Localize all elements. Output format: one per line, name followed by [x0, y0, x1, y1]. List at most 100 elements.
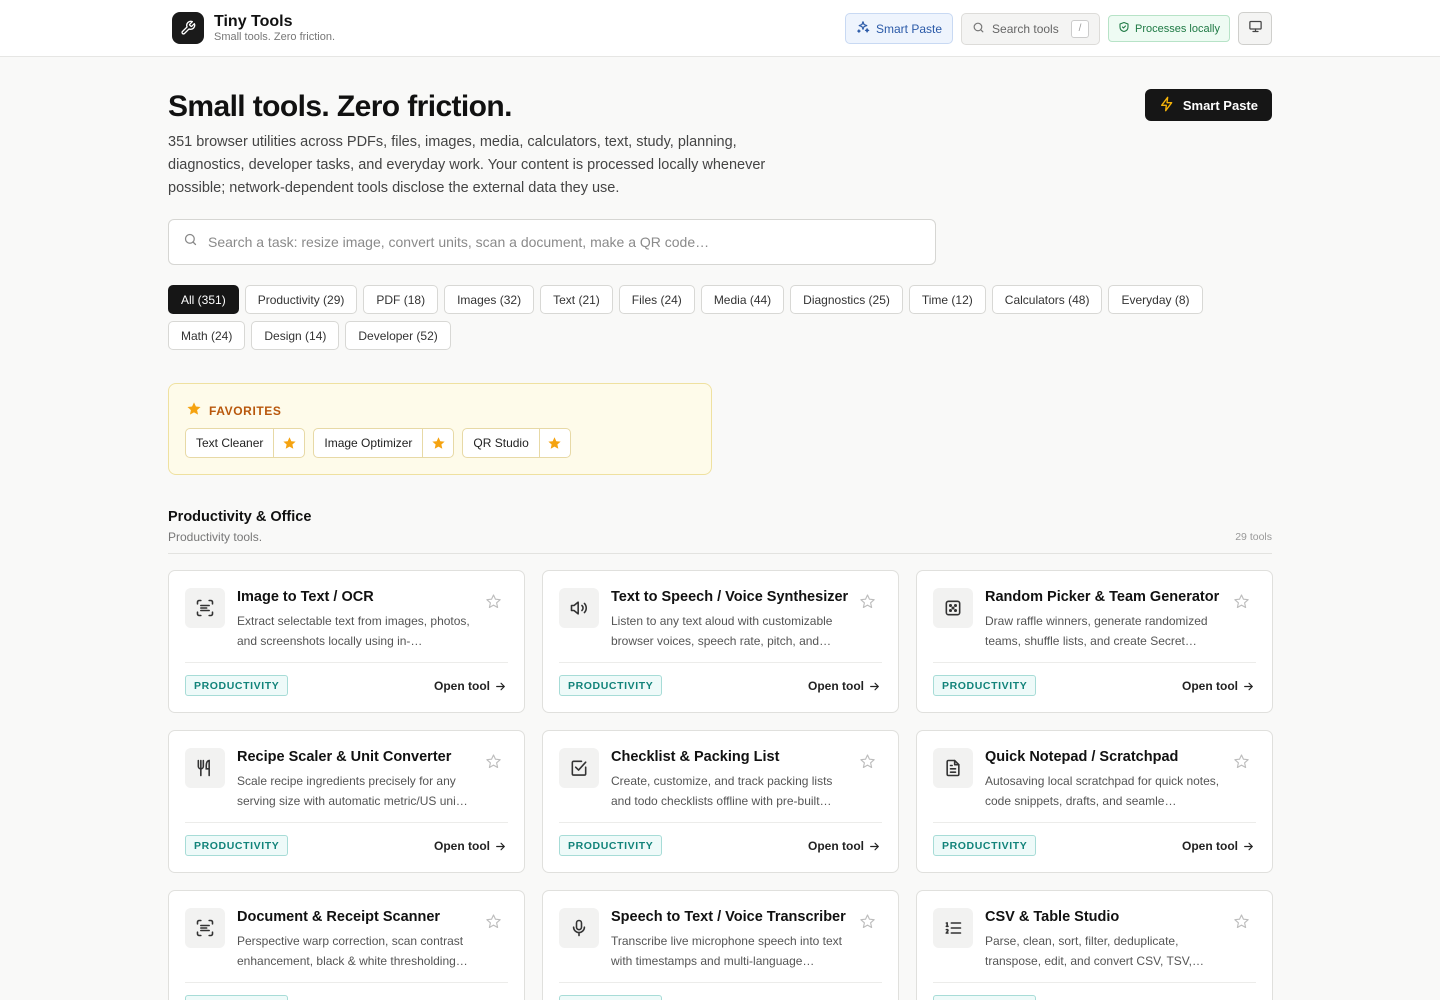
category-chip[interactable]: Media (44) — [700, 285, 785, 314]
lightning-icon — [1159, 96, 1175, 115]
local-processing-badge: Processes locally — [1108, 15, 1230, 42]
microphone-icon — [559, 908, 599, 948]
document-icon — [933, 748, 973, 788]
favorite-star-icon[interactable] — [485, 753, 502, 770]
category-tag: PRODUCTIVITY — [559, 995, 663, 1000]
header-search[interactable]: Search tools / — [961, 12, 1101, 45]
header-search-label: Search tools — [992, 21, 1059, 36]
tool-card[interactable]: Document & Receipt Scanner Perspective wa… — [168, 890, 525, 1000]
favorite-star-icon[interactable] — [485, 913, 502, 930]
category-chip[interactable]: Calculators (48) — [991, 285, 1103, 314]
favorite-star-icon[interactable] — [859, 913, 876, 930]
sparkles-icon — [856, 20, 870, 37]
tool-description: Perspective warp correction, scan contra… — [237, 934, 468, 968]
tool-description: Autosaving local scratchpad for quick no… — [985, 774, 1220, 808]
tool-title: Quick Notepad / Scratchpad — [985, 749, 1179, 765]
category-tag: PRODUCTIVITY — [559, 675, 663, 696]
tool-description: Scale recipe ingredients precisely for a… — [237, 774, 468, 808]
category-tag: PRODUCTIVITY — [933, 675, 1037, 696]
search-icon — [183, 232, 198, 252]
tool-card[interactable]: Text to Speech / Voice Synthesizer Listen… — [542, 570, 899, 713]
arrow-right-icon — [868, 680, 881, 693]
tool-search-box[interactable] — [168, 219, 936, 265]
tool-title: Random Picker & Team Generator — [985, 589, 1220, 605]
category-chip[interactable]: Diagnostics (25) — [790, 285, 903, 314]
category-chip[interactable]: Images (32) — [444, 285, 535, 314]
shield-check-icon — [1118, 21, 1130, 36]
open-tool-link[interactable]: Open tool — [434, 839, 507, 853]
section-subtitle: Productivity tools. — [168, 530, 263, 544]
tool-search-input[interactable] — [208, 234, 888, 250]
tool-description: Parse, clean, sort, filter, deduplicate,… — [985, 934, 1205, 968]
open-tool-link[interactable]: Open tool — [808, 679, 881, 693]
category-chip[interactable]: PDF (18) — [363, 285, 439, 314]
open-tool-link[interactable]: Open tool — [808, 839, 881, 853]
category-chip[interactable]: Developer (52) — [345, 321, 451, 350]
tool-card[interactable]: Quick Notepad / Scratchpad Autosaving loc… — [916, 730, 1273, 873]
favorite-star-icon[interactable] — [859, 753, 876, 770]
favorite-star-icon[interactable] — [1233, 593, 1250, 610]
tool-card[interactable]: Checklist & Packing List Create, customiz… — [542, 730, 899, 873]
favorite-star-icon[interactable] — [859, 593, 876, 610]
tool-card[interactable]: Recipe Scaler & Unit Converter Scale reci… — [168, 730, 525, 873]
open-tool-label: Open tool — [1182, 679, 1238, 693]
category-chip[interactable]: Time (12) — [908, 285, 986, 314]
tool-card[interactable]: Random Picker & Team Generator Draw raffl… — [916, 570, 1273, 713]
category-chip[interactable]: Design (14) — [251, 321, 340, 350]
card-divider — [185, 822, 508, 823]
smart-paste-primary-label: Smart Paste — [1182, 97, 1258, 113]
theme-toggle-button[interactable] — [1238, 12, 1272, 45]
favorite-item[interactable]: Image Optimizer — [313, 428, 455, 458]
smart-paste-button[interactable]: Smart Paste — [844, 13, 954, 44]
star-icon[interactable] — [538, 429, 570, 457]
checkbox-icon — [559, 748, 599, 788]
favorite-item[interactable]: Text Cleaner — [185, 428, 306, 458]
tool-card[interactable]: Speech to Text / Voice Transcriber Transc… — [542, 890, 899, 1000]
open-tool-link[interactable]: Open tool — [434, 679, 507, 693]
local-badge-label: Processes locally — [1135, 22, 1220, 35]
favorite-star-icon[interactable] — [1233, 753, 1250, 770]
tool-title: Speech to Text / Voice Transcriber — [611, 909, 846, 925]
open-tool-link[interactable]: Open tool — [1182, 679, 1255, 693]
card-divider — [185, 982, 508, 983]
tool-card[interactable]: Image to Text / OCR Extract selectable te… — [168, 570, 525, 713]
open-tool-label: Open tool — [808, 679, 864, 693]
card-divider — [559, 982, 882, 983]
open-tool-link[interactable]: Open tool — [1182, 839, 1255, 853]
category-tag: PRODUCTIVITY — [933, 835, 1037, 856]
favorite-star-icon[interactable] — [1233, 913, 1250, 930]
smart-paste-primary-button[interactable]: Smart Paste — [1144, 89, 1272, 121]
category-chip[interactable]: Productivity (29) — [244, 285, 358, 314]
category-tag: PRODUCTIVITY — [559, 835, 663, 856]
tool-card[interactable]: CSV & Table Studio Parse, clean, sort, fi… — [916, 890, 1273, 1000]
category-filters: All (351) Productivity (29) PDF (18) Images… — [168, 285, 1228, 350]
star-icon[interactable] — [273, 429, 304, 457]
page-title: Small tools. Zero friction. — [168, 90, 512, 123]
favorite-item-label[interactable]: Image Optimizer — [314, 429, 422, 457]
category-chip[interactable]: Files (24) — [618, 285, 695, 314]
category-tag: PRODUCTIVITY — [933, 995, 1037, 1000]
category-chip[interactable]: Text (21) — [540, 285, 613, 314]
tool-description: Extract selectable text from images, pho… — [237, 614, 470, 648]
category-chip[interactable]: All (351) — [168, 285, 239, 314]
favorite-item-label[interactable]: Text Cleaner — [186, 429, 273, 457]
tool-title: Image to Text / OCR — [237, 589, 374, 605]
favorite-star-icon[interactable] — [485, 593, 502, 610]
shortcut-key: / — [1071, 19, 1090, 38]
section-tool-count: 29 tools — [1235, 531, 1272, 543]
tool-title: CSV & Table Studio — [985, 909, 1120, 925]
utensils-icon — [185, 748, 225, 788]
wrench-icon — [172, 12, 204, 44]
favorite-item[interactable]: QR Studio — [462, 428, 571, 458]
section-divider — [168, 553, 1272, 554]
page-description: 351 browser utilities across PDFs, files… — [168, 134, 766, 196]
category-chip[interactable]: Math (24) — [168, 321, 246, 350]
brand[interactable]: Tiny Tools Small tools. Zero friction. — [172, 12, 335, 44]
section-title: Productivity & Office — [168, 509, 312, 525]
favorite-item-label[interactable]: QR Studio — [463, 429, 538, 457]
arrow-right-icon — [494, 840, 507, 853]
card-divider — [559, 822, 882, 823]
category-chip[interactable]: Everyday (8) — [1108, 285, 1203, 314]
arrow-right-icon — [1242, 680, 1255, 693]
star-icon[interactable] — [422, 429, 453, 457]
